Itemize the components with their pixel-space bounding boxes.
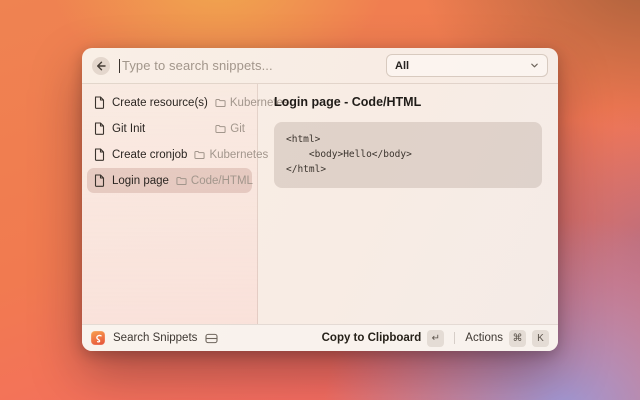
folder-icon — [176, 176, 187, 186]
copy-to-clipboard-button[interactable]: Copy to Clipboard — [322, 332, 422, 344]
list-item-git-init[interactable]: Git Init Git — [87, 116, 252, 141]
snippets-app-icon — [91, 331, 105, 345]
back-button[interactable] — [92, 57, 110, 75]
list-item-create-cronjob[interactable]: Create cronjob Kubernetes — [87, 142, 252, 167]
list-item-folder: Git — [230, 123, 245, 135]
list-item-create-resources[interactable]: Create resource(s) Kubernetes — [87, 90, 252, 115]
content-area: Create resource(s) Kubernetes Git Init — [82, 84, 558, 324]
detail-title: Login page - Code/HTML — [274, 95, 542, 109]
document-icon — [94, 122, 105, 135]
footer-divider — [454, 332, 455, 344]
action-bar: Search Snippets Copy to Clipboard ↵ Acti… — [82, 324, 558, 351]
actions-button[interactable]: Actions — [465, 332, 503, 344]
list-item-title: Create cronjob — [112, 149, 187, 161]
extension-name: Search Snippets — [113, 332, 197, 344]
document-icon — [94, 148, 105, 161]
cmd-keycap: ⌘ — [509, 330, 526, 347]
search-header: Type to search snippets... All — [82, 48, 558, 84]
list-item-login-page[interactable]: Login page Code/HTML — [87, 168, 252, 193]
list-item-title: Git Init — [112, 123, 145, 135]
list-item-accessory: Code/HTML — [176, 175, 253, 187]
list-item-title: Create resource(s) — [112, 97, 208, 109]
text-caret — [119, 59, 120, 73]
enter-keycap: ↵ — [427, 330, 444, 347]
filter-dropdown-value: All — [395, 60, 409, 72]
footer-actions: Copy to Clipboard ↵ Actions ⌘ K — [322, 330, 549, 347]
list-item-accessory: Git — [215, 123, 245, 135]
snippets-window: Type to search snippets... All Create re… — [82, 48, 558, 351]
list-item-title: Login page — [112, 175, 169, 187]
drive-icon — [205, 333, 218, 344]
folder-icon — [215, 124, 226, 134]
search-placeholder: Type to search snippets... — [122, 58, 273, 73]
detail-panel: Login page - Code/HTML <html> <body>Hell… — [258, 84, 558, 324]
chevron-down-icon — [530, 61, 539, 70]
document-icon — [94, 96, 105, 109]
code-content: <html> <body>Hello</body> </html> — [286, 132, 530, 178]
filter-dropdown[interactable]: All — [386, 54, 548, 77]
folder-icon — [215, 98, 226, 108]
arrow-left-icon — [96, 61, 106, 71]
code-block: <html> <body>Hello</body> </html> — [274, 122, 542, 188]
document-icon — [94, 174, 105, 187]
list-item-folder: Code/HTML — [191, 175, 253, 187]
folder-icon — [194, 150, 205, 160]
k-keycap: K — [532, 330, 549, 347]
search-input[interactable]: Type to search snippets... — [119, 58, 386, 73]
snippet-list: Create resource(s) Kubernetes Git Init — [82, 84, 258, 324]
